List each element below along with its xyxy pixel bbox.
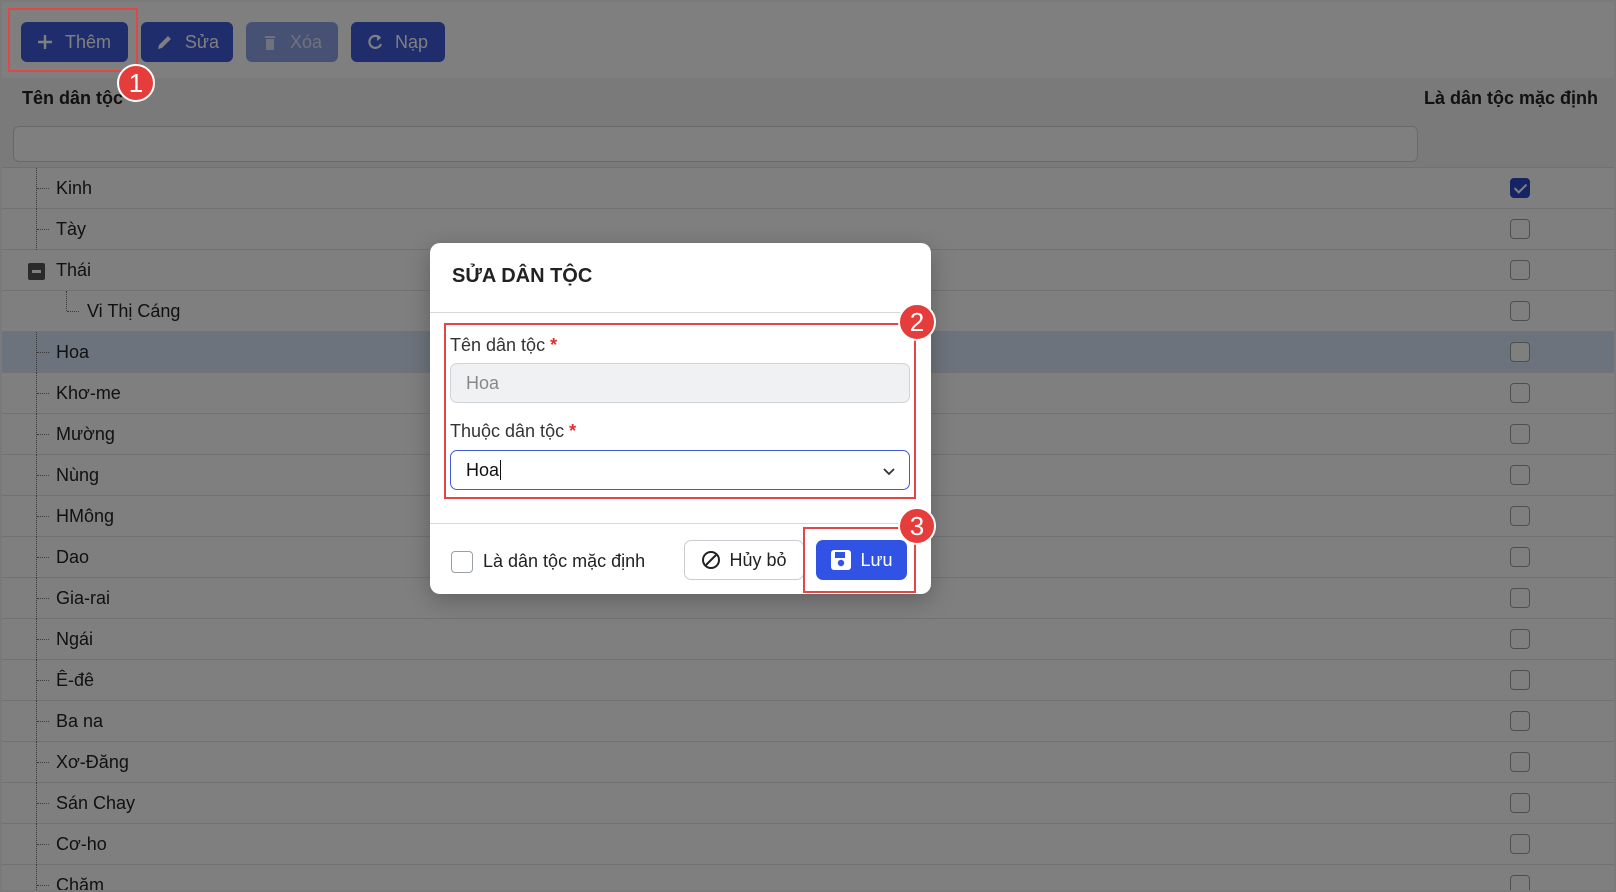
highlight-add-button xyxy=(8,8,138,72)
cancel-button-label: Hủy bỏ xyxy=(729,549,787,570)
highlight-save-button xyxy=(803,527,916,593)
step-badge-2: 2 xyxy=(898,303,936,341)
divider xyxy=(430,312,931,313)
ban-icon xyxy=(702,551,721,569)
divider xyxy=(430,523,931,524)
dialog-title: SỬA DÂN TỘC xyxy=(452,265,593,287)
step-badge-1: 1 xyxy=(117,64,155,102)
highlight-form-fields xyxy=(444,323,916,499)
app-window: Thêm Sửa Xóa Nạp Tên dân tộc Là dân tộc … xyxy=(0,0,1616,892)
step-badge-3: 3 xyxy=(898,507,936,545)
default-ethnic-checkbox[interactable] xyxy=(451,551,473,573)
cancel-button[interactable]: Hủy bỏ xyxy=(684,540,804,580)
default-ethnic-label: Là dân tộc mặc định xyxy=(483,551,646,571)
